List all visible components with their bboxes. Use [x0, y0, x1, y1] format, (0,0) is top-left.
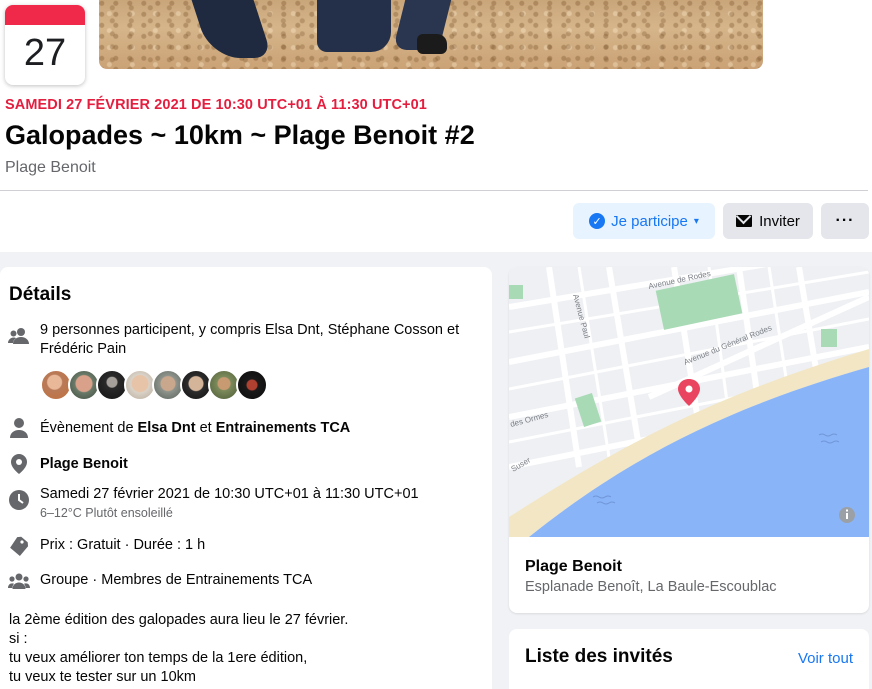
event-date: SAMEDI 27 FÉVRIER 2021 DE 10:30 UTC+01 À… [5, 97, 427, 113]
people-icon [8, 325, 30, 347]
details-card: Détails 9 personnes participent, y compr… [0, 267, 492, 689]
calendar-band [5, 5, 85, 25]
cover-photo[interactable] [99, 0, 763, 69]
calendar-day: 27 [23, 32, 67, 74]
group-icon [8, 570, 30, 592]
invite-label: Inviter [759, 212, 800, 230]
organizer-link[interactable]: Entrainements TCA [216, 420, 351, 436]
weather-line: 6–12°C Plutôt ensoleillé [40, 506, 173, 520]
event-header: 27 SAMEDI 27 FÉVRIER 2021 DE 10:30 UTC+0… [0, 0, 872, 252]
map[interactable]: Avenue de Rodes Avenue Paul Avenue du Gé… [509, 267, 869, 537]
map-place-name[interactable]: Plage Benoit [525, 558, 622, 576]
organizer-link[interactable]: Elsa Dnt [138, 420, 196, 436]
calendar-badge: 27 [5, 5, 85, 85]
ticket-icon [8, 535, 30, 557]
map-address: Esplanade Benoît, La Baule-Escoublac [525, 579, 777, 595]
going-button[interactable]: ✓ Je participe ▾ [573, 203, 715, 239]
event-location[interactable]: Plage Benoit [5, 159, 96, 177]
runner-leg [317, 0, 391, 52]
datetime-text: Samedi 27 février 2021 de 10:30 UTC+01 à… [40, 485, 419, 523]
divider [0, 190, 868, 191]
description-line: la 2ème édition des galopades aura lieu … [9, 612, 349, 628]
check-icon: ✓ [589, 213, 606, 229]
page-title: Galopades ~ 10km ~ Plage Benoit #2 [5, 120, 475, 150]
invite-button[interactable]: Inviter [723, 203, 813, 239]
attendee-avatars[interactable] [40, 369, 268, 401]
guest-list-card: Liste des invités Voir tout [509, 629, 869, 689]
avatar[interactable] [236, 369, 268, 401]
see-all-link[interactable]: Voir tout [798, 650, 853, 667]
organizer-text: Évènement de Elsa Dnt et Entrainements T… [40, 419, 350, 438]
attendance-text[interactable]: 9 personnes participent, y compris Elsa … [40, 321, 459, 359]
attendance-line-1: 9 personnes participent, y compris Elsa … [40, 322, 460, 338]
event-description: la 2ème édition des galopades aura lieu … [9, 611, 348, 687]
attendance-line-2: Frédéric Pain [40, 341, 127, 357]
group-text[interactable]: Groupe · Membres de Entrainements TCA [40, 571, 312, 590]
more-icon: ··· [835, 212, 855, 229]
organizer-prefix: Évènement de [40, 420, 134, 436]
place-link[interactable]: Plage Benoit [40, 455, 128, 474]
runner-shoe [417, 34, 447, 54]
description-line: tu veux te tester sur un 10km [9, 669, 196, 685]
location-card[interactable]: Avenue de Rodes Avenue Paul Avenue du Gé… [509, 267, 869, 613]
clock-icon [8, 489, 30, 511]
location-pin-icon [8, 453, 30, 475]
description-line: si : [9, 631, 28, 647]
details-heading: Détails [9, 284, 72, 305]
info-icon[interactable] [839, 507, 855, 523]
price-text: Prix : Gratuit · Durée : 1 h [40, 537, 206, 553]
guest-list-heading: Liste des invités [525, 646, 673, 667]
chevron-down-icon: ▾ [693, 215, 699, 227]
description-line: tu veux améliorer ton temps de la 1ere é… [9, 650, 308, 666]
organizer-joiner: et [199, 420, 212, 436]
datetime-line: Samedi 27 février 2021 de 10:30 UTC+01 à… [40, 486, 419, 502]
person-icon [8, 417, 30, 439]
going-label: Je participe [611, 212, 688, 230]
envelope-icon [736, 215, 753, 227]
more-options-button[interactable]: ··· [821, 203, 869, 239]
